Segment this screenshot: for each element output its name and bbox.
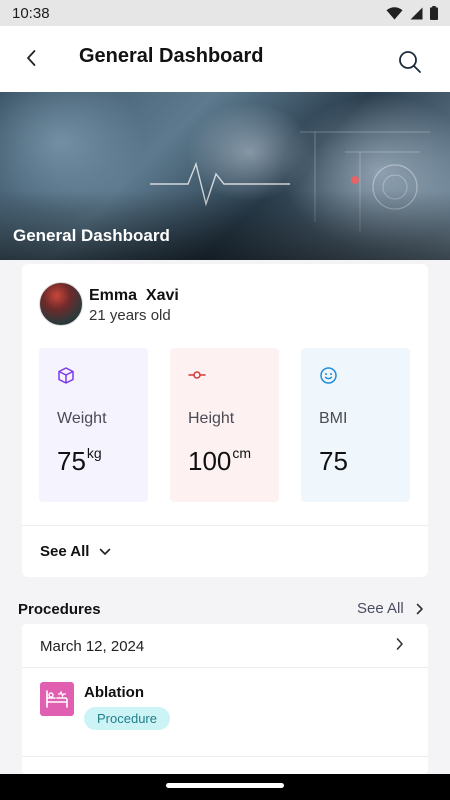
bmi-number: 75 [319, 446, 348, 476]
banner-title: General Dashboard [13, 226, 170, 245]
height-label: Height [188, 410, 235, 427]
back-arrow-icon [27, 50, 36, 66]
smile-icon [319, 366, 337, 384]
card-divider [22, 525, 428, 526]
status-icons [386, 6, 438, 20]
bmi-value: 75 [319, 446, 349, 477]
metric-card-height[interactable]: Height 100cm [170, 348, 279, 502]
page-title: General Dashboard [79, 45, 264, 67]
procedure-divider [22, 756, 428, 757]
home-indicator[interactable] [166, 783, 284, 788]
ruler-icon [188, 366, 206, 384]
wifi-icon [386, 6, 403, 20]
weight-label: Weight [57, 410, 107, 427]
procedures-see-all-label: See All [357, 600, 404, 617]
weight-value: 75kg [57, 445, 102, 477]
chevron-right-icon [416, 603, 423, 614]
user-name: Emma Xavi [89, 287, 179, 304]
search-icon [399, 51, 421, 73]
chevron-down-icon [100, 548, 111, 555]
avatar[interactable] [39, 282, 83, 326]
height-number: 100 [188, 446, 232, 476]
procedures-see-all-link[interactable]: See All [357, 600, 424, 617]
height-value: 100cm [188, 445, 252, 477]
procedure-card: March 12, 2024 Ablation Procedure [22, 624, 428, 774]
procedures-title: Procedures [18, 601, 101, 618]
banner-overlay [0, 190, 450, 260]
see-all-label: See All [40, 543, 90, 560]
profile-card: Emma Xavi 21 years old Weight 75kg Heigh… [22, 264, 428, 577]
metric-card-bmi[interactable]: BMI 75 [301, 348, 410, 502]
back-button[interactable] [18, 44, 46, 72]
bmi-label: BMI [319, 410, 348, 427]
system-navigation-bar [0, 774, 450, 800]
battery-icon [430, 6, 438, 20]
weight-number: 75 [57, 446, 86, 476]
procedure-name[interactable]: Ablation [84, 684, 144, 701]
cellular-signal-icon [410, 7, 423, 19]
user-age: 21 years old [89, 307, 171, 324]
search-button[interactable] [396, 48, 424, 76]
bed-icon [40, 682, 74, 716]
status-bar: 10:38 [0, 0, 450, 26]
weight-unit: kg [86, 445, 102, 461]
status-time: 10:38 [12, 4, 50, 22]
height-unit: cm [232, 445, 252, 461]
dashboard-banner: General Dashboard [0, 92, 450, 260]
chevron-right-icon[interactable] [396, 637, 404, 651]
cube-icon [57, 366, 75, 384]
app-header: General Dashboard [0, 26, 450, 92]
procedure-badge: Procedure [84, 707, 170, 730]
profile-see-all-button[interactable]: See All [40, 543, 111, 560]
procedure-date[interactable]: March 12, 2024 [40, 638, 144, 655]
procedure-divider [22, 667, 428, 668]
metric-card-weight[interactable]: Weight 75kg [39, 348, 148, 502]
